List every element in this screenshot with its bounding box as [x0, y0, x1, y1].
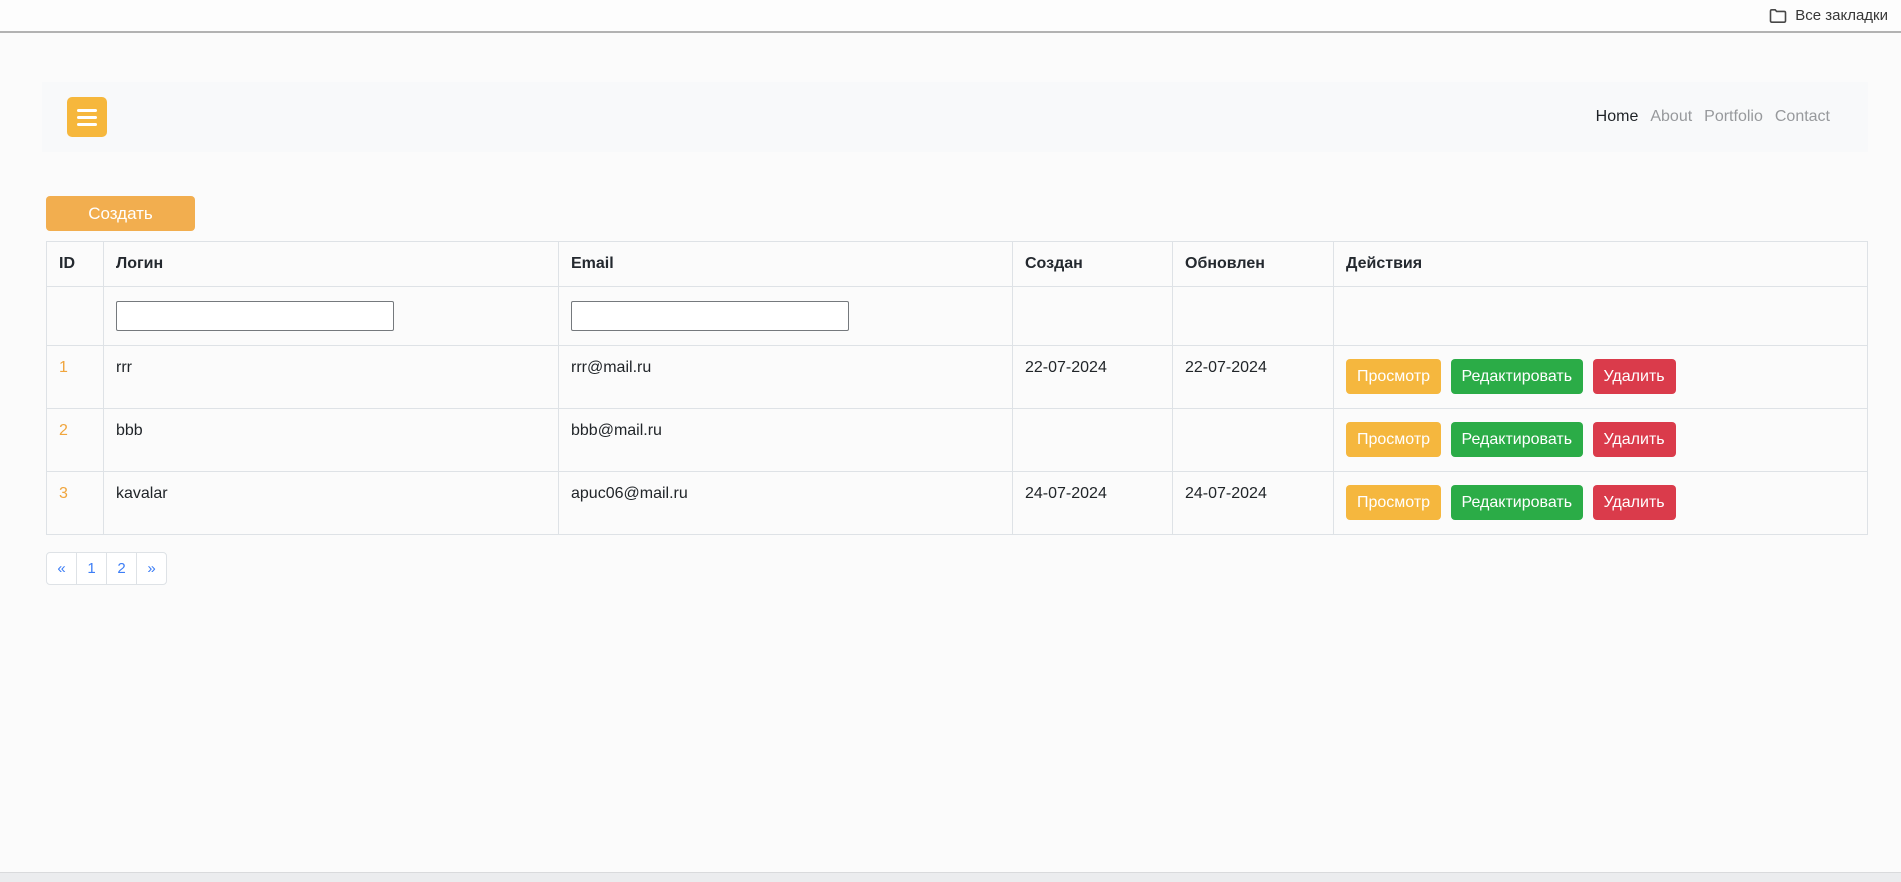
col-header-actions: Действия	[1334, 242, 1868, 287]
filter-cell-id	[47, 287, 104, 346]
login-cell: rrr	[104, 346, 559, 409]
table-header-row: ID Логин Email Создан Обновлен Действия	[47, 242, 1868, 287]
nav-link-home[interactable]: Home	[1590, 100, 1645, 134]
created-cell: 22-07-2024	[1013, 346, 1173, 409]
bottom-scrollbar-strip	[0, 872, 1901, 882]
nav-link-contact[interactable]: Contact	[1769, 100, 1836, 134]
row-id-link[interactable]: 3	[59, 485, 68, 502]
email-cell: apuc06@mail.ru	[559, 472, 1013, 535]
email-cell: rrr@mail.ru	[559, 346, 1013, 409]
create-button[interactable]: Создать	[46, 196, 195, 231]
bookmarks-bar: Все закладки	[0, 0, 1901, 33]
nav-link-portfolio[interactable]: Portfolio	[1698, 100, 1769, 134]
edit-button[interactable]: Редактировать	[1451, 422, 1584, 457]
pagination-page-2[interactable]: 2	[106, 552, 137, 585]
delete-button[interactable]: Удалить	[1593, 359, 1676, 394]
filter-row	[47, 287, 1868, 346]
edit-button[interactable]: Редактировать	[1451, 485, 1584, 520]
pagination: « 1 2 »	[46, 552, 167, 585]
main-content: Создать ID Логин Email Создан Обновлен Д…	[46, 152, 1868, 585]
created-cell: 24-07-2024	[1013, 472, 1173, 535]
edit-button[interactable]: Редактировать	[1451, 359, 1584, 394]
hamburger-icon	[77, 116, 97, 119]
pagination-page-1[interactable]: 1	[76, 552, 107, 585]
menu-toggle-button[interactable]	[67, 97, 107, 137]
updated-cell	[1173, 409, 1334, 472]
email-cell: bbb@mail.ru	[559, 409, 1013, 472]
row-id-link[interactable]: 2	[59, 422, 68, 439]
pagination-prev[interactable]: «	[46, 552, 77, 585]
pagination-next[interactable]: »	[136, 552, 167, 585]
all-bookmarks-button[interactable]: Все закладки	[1765, 5, 1892, 26]
delete-button[interactable]: Удалить	[1593, 485, 1676, 520]
col-header-updated: Обновлен	[1173, 242, 1334, 287]
hamburger-icon	[77, 123, 97, 126]
view-button[interactable]: Просмотр	[1346, 422, 1441, 457]
email-filter-input[interactable]	[571, 301, 849, 331]
login-cell: bbb	[104, 409, 559, 472]
col-header-login: Логин	[104, 242, 559, 287]
nav-links: Home About Portfolio Contact	[1590, 100, 1836, 134]
login-cell: kavalar	[104, 472, 559, 535]
col-header-id: ID	[47, 242, 104, 287]
view-button[interactable]: Просмотр	[1346, 359, 1441, 394]
updated-cell: 24-07-2024	[1173, 472, 1334, 535]
updated-cell: 22-07-2024	[1173, 346, 1334, 409]
filter-cell-login	[104, 287, 559, 346]
filter-cell-updated	[1173, 287, 1334, 346]
filter-cell-email	[559, 287, 1013, 346]
delete-button[interactable]: Удалить	[1593, 422, 1676, 457]
created-cell	[1013, 409, 1173, 472]
table-row: 2 bbb bbb@mail.ru Просмотр Редактировать…	[47, 409, 1868, 472]
col-header-created: Создан	[1013, 242, 1173, 287]
view-button[interactable]: Просмотр	[1346, 485, 1441, 520]
table-row: 1 rrr rrr@mail.ru 22-07-2024 22-07-2024 …	[47, 346, 1868, 409]
actions-cell: Просмотр Редактировать Удалить	[1334, 472, 1868, 535]
col-header-email: Email	[559, 242, 1013, 287]
actions-cell: Просмотр Редактировать Удалить	[1334, 346, 1868, 409]
folder-icon	[1769, 8, 1787, 24]
users-table: ID Логин Email Создан Обновлен Действия	[46, 241, 1868, 535]
nav-link-about[interactable]: About	[1644, 100, 1698, 134]
actions-cell: Просмотр Редактировать Удалить	[1334, 409, 1868, 472]
filter-cell-actions	[1334, 287, 1868, 346]
table-row: 3 kavalar apuc06@mail.ru 24-07-2024 24-0…	[47, 472, 1868, 535]
navbar: Home About Portfolio Contact	[42, 82, 1868, 152]
hamburger-icon	[77, 109, 97, 112]
login-filter-input[interactable]	[116, 301, 394, 331]
all-bookmarks-label: Все закладки	[1795, 7, 1888, 24]
row-id-link[interactable]: 1	[59, 359, 68, 376]
filter-cell-created	[1013, 287, 1173, 346]
